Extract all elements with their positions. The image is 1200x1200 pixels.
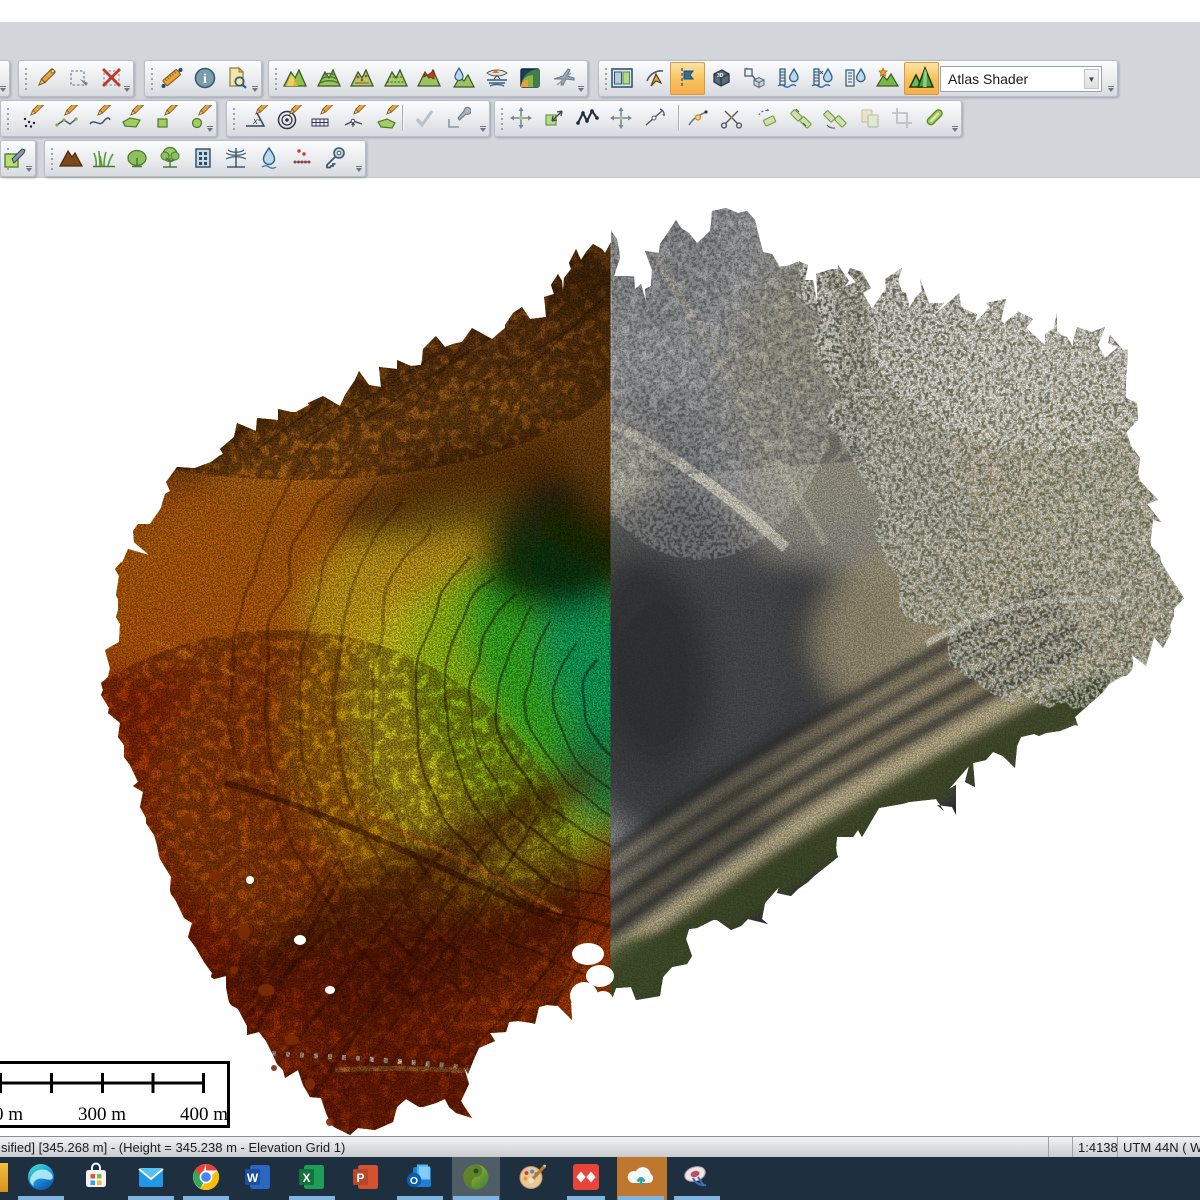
svg-text:O: O bbox=[410, 1175, 418, 1187]
svg-text:3D: 3D bbox=[717, 73, 724, 79]
svg-text:P: P bbox=[356, 1171, 364, 1185]
svg-text:X: X bbox=[302, 1171, 310, 1185]
svg-text:W: W bbox=[247, 1171, 259, 1185]
svg-text:X°: X° bbox=[252, 118, 261, 126]
svg-text:300 m: 300 m bbox=[78, 1104, 126, 1125]
svg-text:400 m: 400 m bbox=[180, 1104, 227, 1125]
svg-text:i: i bbox=[203, 72, 207, 87]
svg-text:200 m: 200 m bbox=[0, 1104, 23, 1125]
